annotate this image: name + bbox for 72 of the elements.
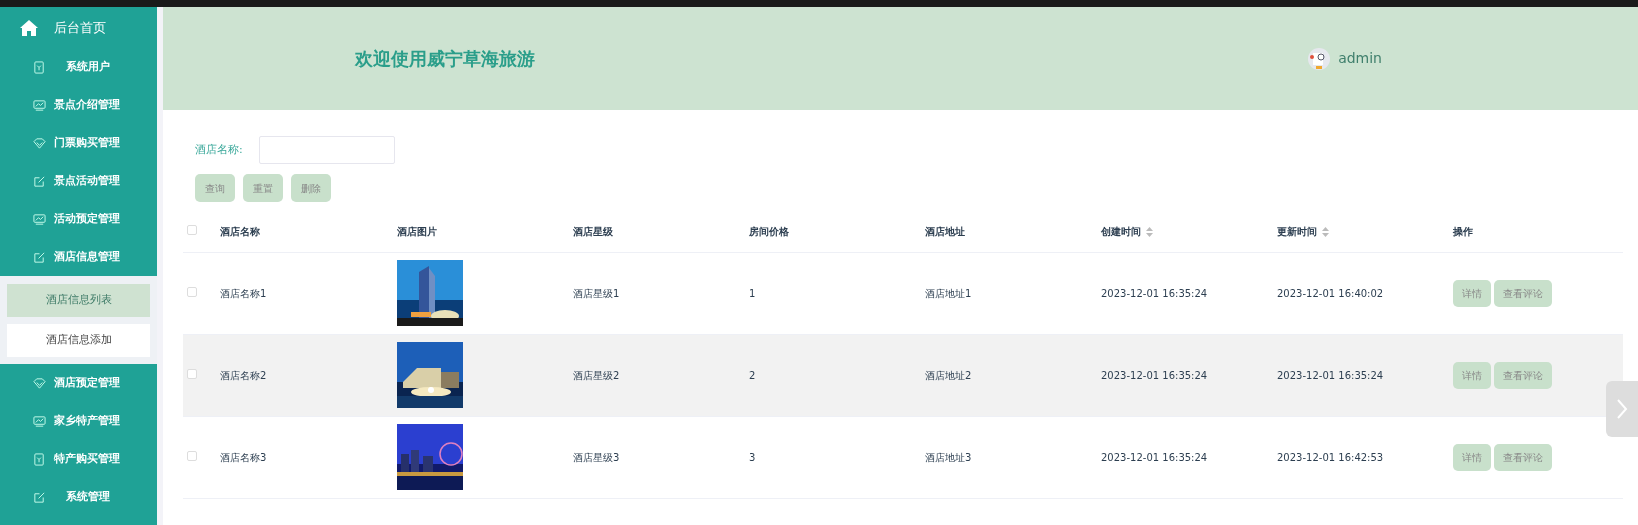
table-cell: 酒店地址3 xyxy=(925,451,972,463)
ticket-icon xyxy=(33,60,46,74)
column-header: 更新时间 xyxy=(1277,226,1317,238)
edit-icon xyxy=(33,250,46,264)
table-cell: 3 xyxy=(749,451,756,463)
sidebar-menu-item[interactable]: 景点介绍管理 xyxy=(54,97,120,113)
table-cell: 2023-12-01 16:35:24 xyxy=(1277,369,1384,381)
monitor-icon xyxy=(33,212,46,226)
table-cell: 2023-12-01 16:35:24 xyxy=(1101,369,1208,381)
ticket-icon xyxy=(33,452,46,466)
edit-icon xyxy=(33,174,46,188)
action-button[interactable]: 查看评论 xyxy=(1494,443,1552,471)
column-header: 酒店星级 xyxy=(573,226,613,238)
sidebar-menu-item[interactable]: 系统管理 xyxy=(66,489,110,505)
submenu-item[interactable]: 酒店信息列表 xyxy=(7,284,150,317)
sidebar-menu-item[interactable]: 系统用户 xyxy=(66,59,110,75)
table-cell: 2023-12-01 16:40:02 xyxy=(1277,287,1384,299)
sort-icon[interactable] xyxy=(1146,227,1153,238)
checkbox[interactable] xyxy=(187,450,197,461)
table-cell: 2023-12-01 16:42:53 xyxy=(1277,451,1384,463)
table-cell: 酒店星级1 xyxy=(573,287,620,299)
home-icon xyxy=(20,19,38,36)
action-button[interactable]: 查看评论 xyxy=(1494,361,1552,389)
table-cell: 1 xyxy=(749,287,756,299)
action-button[interactable]: 详情 xyxy=(1453,361,1491,389)
sidebar-menu-item[interactable]: 活动预定管理 xyxy=(54,211,120,227)
monitor-icon xyxy=(33,98,46,112)
field-label: 酒店名称: xyxy=(195,141,243,158)
checkbox[interactable] xyxy=(187,368,197,379)
column-header: 房间价格 xyxy=(749,226,789,238)
table-cell: 酒店名称2 xyxy=(220,369,267,381)
search-field[interactable] xyxy=(258,136,395,164)
action-button[interactable]: 重置 xyxy=(243,174,283,202)
avatar-icon xyxy=(1308,47,1331,70)
table-cell: 2 xyxy=(749,369,756,381)
table-cell: 2023-12-01 16:35:24 xyxy=(1101,451,1208,463)
submenu-item[interactable]: 酒店信息添加 xyxy=(7,324,150,357)
sidebar-menu-item[interactable]: 酒店预定管理 xyxy=(54,375,120,391)
table-cell: 2023-12-01 16:35:24 xyxy=(1101,287,1208,299)
action-button[interactable]: 查看评论 xyxy=(1494,279,1552,307)
table-cell: 酒店地址1 xyxy=(925,287,972,299)
home-menu-item[interactable]: 后台首页 xyxy=(54,17,106,38)
action-button[interactable]: 详情 xyxy=(1453,443,1491,471)
sort-icon[interactable] xyxy=(1322,227,1329,238)
action-button[interactable]: 查询 xyxy=(195,174,235,202)
page-title: 欢迎使用威宁草海旅游 xyxy=(355,47,535,71)
sidebar-menu-item[interactable]: 景点活动管理 xyxy=(54,173,120,189)
column-header: 酒店图片 xyxy=(397,226,437,238)
diamond-icon xyxy=(33,376,46,390)
sidebar-menu-item[interactable]: 家乡特产管理 xyxy=(54,413,120,429)
checkbox[interactable] xyxy=(187,286,197,297)
edit-icon xyxy=(33,490,46,504)
table-cell: 酒店名称3 xyxy=(220,451,267,463)
diamond-icon xyxy=(33,136,46,150)
column-header: 操作 xyxy=(1453,226,1473,238)
column-header: 酒店名称 xyxy=(220,226,260,238)
column-header: 酒店地址 xyxy=(925,226,965,238)
action-button[interactable]: 删除 xyxy=(291,174,331,202)
user-name: admin xyxy=(1338,49,1382,68)
checkbox[interactable] xyxy=(187,225,197,236)
column-header: 创建时间 xyxy=(1101,226,1141,238)
chevron-right-icon xyxy=(1615,398,1629,420)
table-cell: 酒店地址2 xyxy=(925,369,972,381)
action-button[interactable]: 详情 xyxy=(1453,279,1491,307)
sidebar-menu-item[interactable]: 特产购买管理 xyxy=(54,451,120,467)
sidebar-menu-item[interactable]: 门票购买管理 xyxy=(54,135,120,151)
sidebar-menu-item[interactable]: 酒店信息管理 xyxy=(54,249,120,265)
next-arrow-button[interactable] xyxy=(1606,381,1638,437)
table-cell: 酒店名称1 xyxy=(220,287,267,299)
monitor-icon xyxy=(33,414,46,428)
table-cell: 酒店星级3 xyxy=(573,451,620,463)
table-cell: 酒店星级2 xyxy=(573,369,620,381)
